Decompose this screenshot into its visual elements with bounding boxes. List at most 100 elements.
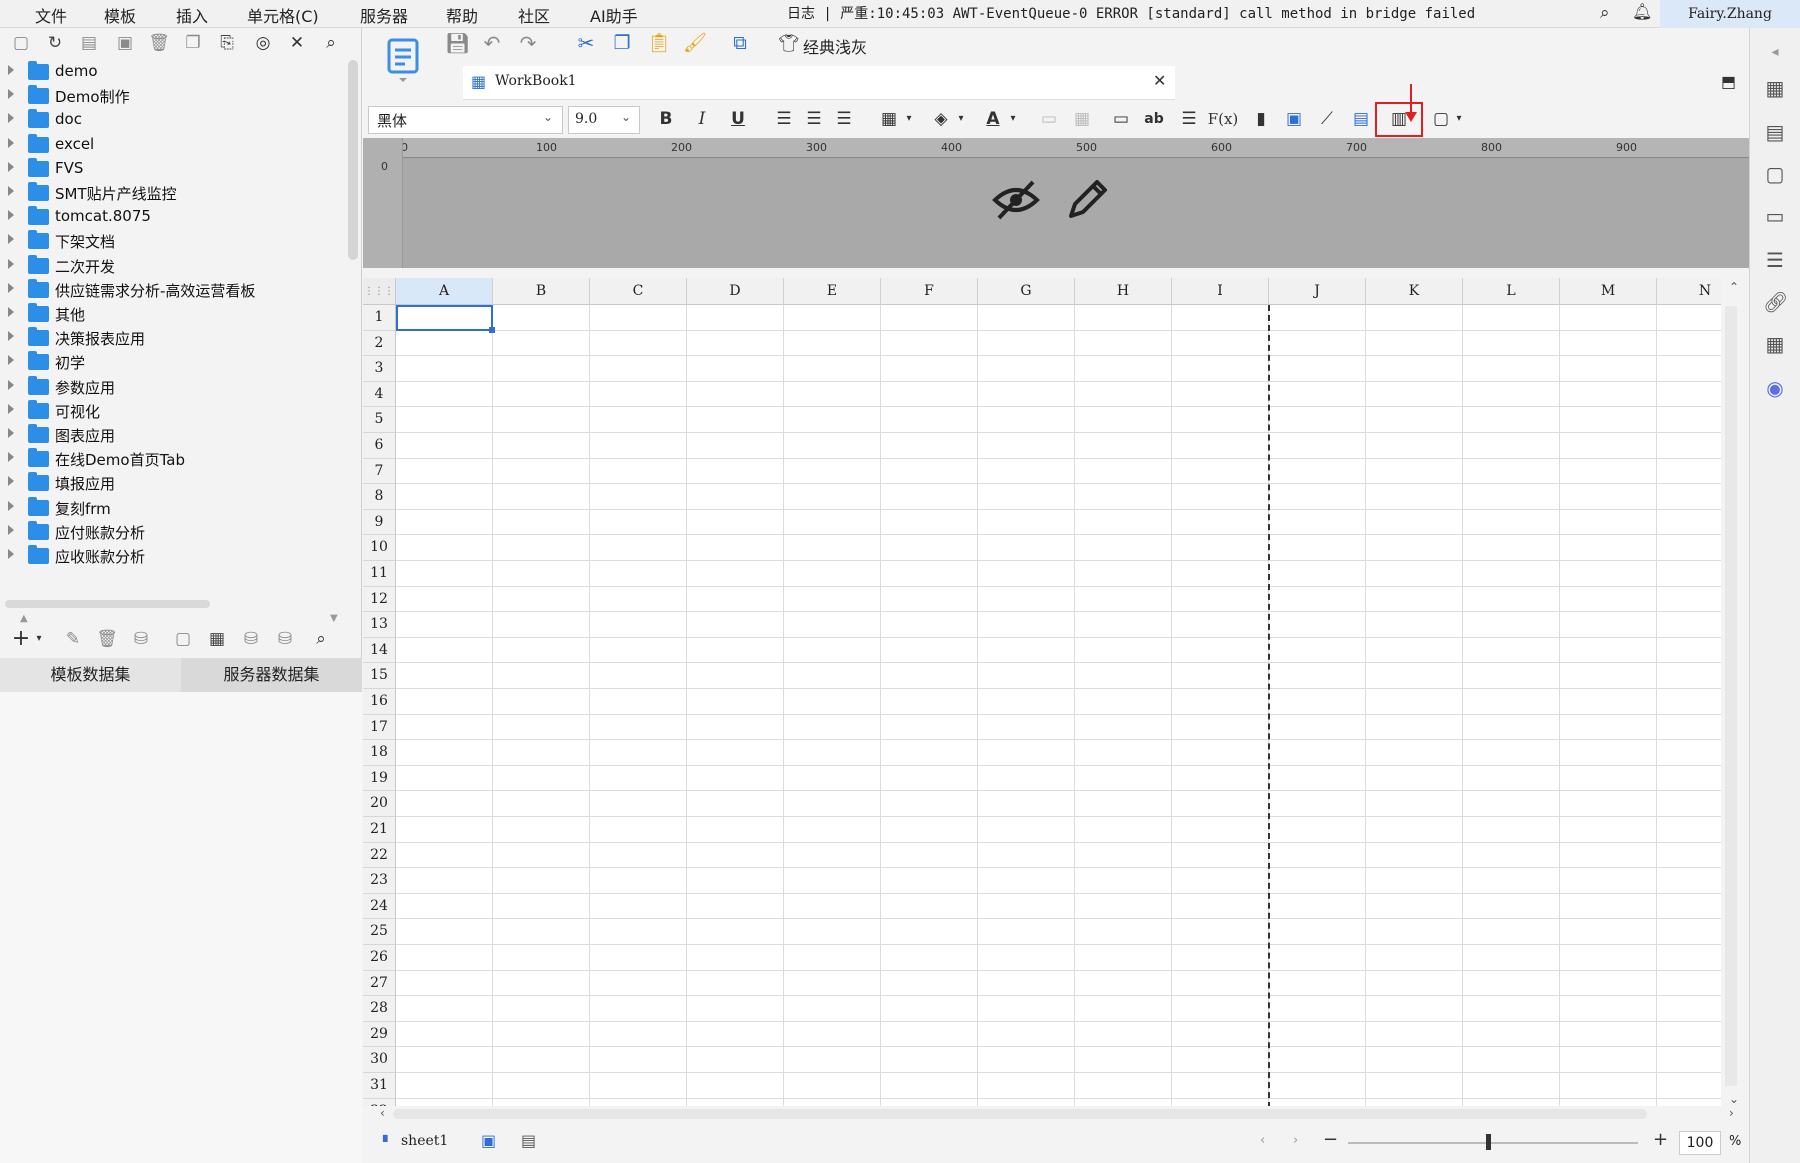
- row-header[interactable]: 14: [363, 637, 396, 664]
- expand-arrow-icon[interactable]: [8, 161, 14, 172]
- hidden-eye-icon[interactable]: [991, 178, 1041, 222]
- tree-item[interactable]: 下架文档: [0, 229, 345, 253]
- collapse-icon[interactable]: ✕: [286, 32, 308, 54]
- tree-item[interactable]: 决策报表应用: [0, 326, 345, 350]
- expand-arrow-icon[interactable]: [8, 331, 14, 342]
- row-header[interactable]: 17: [363, 714, 396, 741]
- font-color-icon[interactable]: A: [982, 108, 1004, 130]
- row-header[interactable]: 30: [363, 1047, 396, 1073]
- expand-arrow-icon[interactable]: [8, 89, 14, 100]
- expand-arrow-icon[interactable]: [8, 452, 14, 463]
- column-header[interactable]: L: [1463, 278, 1560, 305]
- clipboard-icon[interactable]: ⎘: [216, 32, 238, 54]
- ai-assistant-icon[interactable]: ◉: [1763, 376, 1787, 400]
- tree-item[interactable]: 图表应用: [0, 423, 345, 447]
- bold-button[interactable]: B: [655, 108, 677, 130]
- search-icon[interactable]: ⌕: [310, 628, 332, 650]
- search-icon[interactable]: ⌕: [320, 32, 342, 54]
- tree-item[interactable]: 初学: [0, 350, 345, 374]
- expand-arrow-icon[interactable]: [8, 428, 14, 438]
- chevron-down-icon[interactable]: ▾: [1002, 108, 1024, 130]
- preview-icon[interactable]: ▢: [172, 628, 194, 650]
- zoom-in-button[interactable]: +: [1653, 1129, 1668, 1150]
- search-icon[interactable]: ⌕: [1600, 3, 1610, 23]
- row-header[interactable]: 23: [363, 868, 396, 894]
- row-header[interactable]: 31: [363, 1073, 396, 1099]
- column-header[interactable]: C: [590, 278, 687, 305]
- delete-icon[interactable]: 🗑︎: [148, 32, 170, 54]
- report-header-area[interactable]: 0 100 200 300 400 500 600 700 800 900 0: [363, 138, 1749, 268]
- row-header[interactable]: 8: [363, 484, 396, 510]
- cell-attribute-icon[interactable]: ▦: [1763, 76, 1787, 100]
- menu-community[interactable]: 社区: [518, 3, 550, 27]
- database-icon[interactable]: ⛁: [130, 628, 152, 650]
- theme-label[interactable]: 经典浅灰: [803, 34, 867, 58]
- new-folder-icon[interactable]: ▢: [10, 32, 32, 54]
- column-header[interactable]: D: [687, 278, 784, 305]
- expand-arrow-icon[interactable]: [8, 500, 14, 511]
- sheet-tab[interactable]: sheet1: [401, 1133, 448, 1149]
- expand-arrow-icon[interactable]: [8, 113, 14, 124]
- tree-item[interactable]: tomcat.8075: [0, 205, 345, 229]
- expand-arrow-icon[interactable]: [8, 234, 14, 245]
- expand-arrow-icon[interactable]: [8, 258, 14, 269]
- next-sheet-icon[interactable]: ›: [1293, 1133, 1298, 1148]
- text-field-icon[interactable]: ▭: [1110, 108, 1132, 130]
- column-header[interactable]: N: [1657, 278, 1721, 305]
- prev-sheet-icon[interactable]: ‹: [1260, 1133, 1265, 1148]
- unmerge-cells-icon[interactable]: ▦: [1071, 108, 1093, 130]
- row-header[interactable]: 2: [363, 330, 396, 357]
- cut-icon[interactable]: ✂: [575, 32, 597, 54]
- tree-item[interactable]: 复刻frm: [0, 496, 345, 520]
- tree-scrollbar[interactable]: [348, 60, 358, 260]
- tree-item[interactable]: 填报应用: [0, 471, 345, 495]
- save-icon[interactable]: 💾︎: [445, 32, 470, 54]
- wrap-text-button[interactable]: ab: [1143, 108, 1165, 130]
- expand-arrow-icon[interactable]: [8, 476, 14, 487]
- tree-hscrollbar[interactable]: [5, 600, 210, 608]
- row-header[interactable]: 27: [363, 970, 396, 997]
- link-icon[interactable]: 🔗︎: [1763, 290, 1788, 314]
- row-header[interactable]: 21: [363, 817, 396, 843]
- row-header[interactable]: 5: [363, 407, 396, 433]
- chart-icon[interactable]: ▮: [1250, 108, 1272, 130]
- row-header[interactable]: 22: [363, 842, 396, 869]
- expand-arrow-icon[interactable]: [8, 307, 14, 317]
- spreadsheet-grid[interactable]: ⋮⋮⋮ A B C D E F G H I J K L M N 1 2 3 4 5 6 7 8 9 10 11 12 13 14 15 1…: [363, 278, 1721, 1118]
- tree-item[interactable]: doc: [0, 108, 345, 132]
- row-header[interactable]: 11: [363, 561, 396, 587]
- shirt-icon[interactable]: 👕︎: [778, 34, 800, 54]
- column-header[interactable]: M: [1560, 278, 1657, 305]
- close-tab-icon[interactable]: ✕: [1153, 71, 1166, 90]
- redo-icon[interactable]: ↷: [517, 32, 539, 54]
- add-dashboard-icon[interactable]: ▤: [521, 1131, 536, 1150]
- row-header[interactable]: 4: [363, 381, 396, 408]
- copy-icon[interactable]: ❐: [611, 32, 633, 54]
- tab-template-dataset[interactable]: 模板数据集: [0, 658, 181, 692]
- align-right-icon[interactable]: ☰: [833, 108, 855, 130]
- tree-item[interactable]: SMT贴片产线监控: [0, 181, 345, 205]
- row-header[interactable]: 20: [363, 791, 396, 817]
- column-header[interactable]: A: [396, 278, 493, 305]
- add-sheet-icon[interactable]: ▣: [481, 1131, 496, 1150]
- row-header[interactable]: 1: [363, 305, 396, 331]
- copy-icon[interactable]: ❐: [182, 32, 204, 54]
- menu-cell[interactable]: 单元格(C): [247, 3, 319, 27]
- row-header[interactable]: 26: [363, 945, 396, 971]
- user-account[interactable]: Fairy.Zhang: [1660, 0, 1800, 28]
- tree-item[interactable]: demo: [0, 60, 345, 84]
- format-painter-icon[interactable]: 🖌︎: [683, 32, 707, 54]
- selected-cell[interactable]: [396, 305, 495, 333]
- align-center-icon[interactable]: ☰: [803, 108, 825, 130]
- chevron-down-icon[interactable]: ▾: [1448, 108, 1470, 130]
- cell-element-icon[interactable]: ▤: [1763, 120, 1787, 144]
- underline-button[interactable]: U: [727, 108, 749, 130]
- merge-cells-icon[interactable]: ▭: [1038, 108, 1060, 130]
- slash-icon[interactable]: ⟋: [1316, 108, 1338, 130]
- formula-button[interactable]: F(x): [1206, 108, 1240, 130]
- column-header[interactable]: H: [1075, 278, 1172, 305]
- expand-arrow-icon[interactable]: [8, 65, 14, 75]
- zoom-slider-thumb[interactable]: [1486, 1134, 1491, 1150]
- row-header[interactable]: 9: [363, 509, 396, 536]
- row-header[interactable]: 7: [363, 458, 396, 485]
